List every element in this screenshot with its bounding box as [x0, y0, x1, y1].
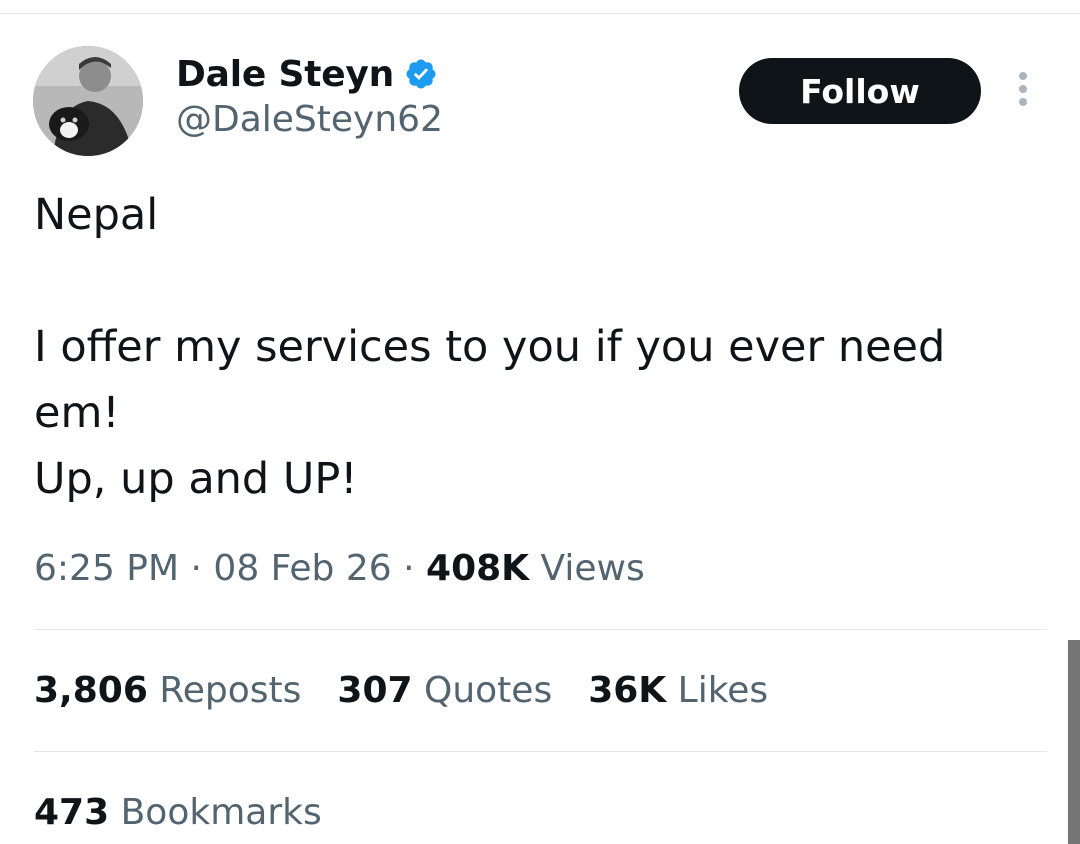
reposts-stat[interactable]: 3,806 Reposts — [34, 670, 301, 711]
tweet-time[interactable]: 6:25 PM — [34, 548, 179, 589]
tweet-date[interactable]: 08 Feb 26 — [213, 548, 391, 589]
views-count: 408K — [426, 548, 530, 589]
avatar[interactable] — [33, 46, 143, 156]
meta-separator: · — [190, 548, 202, 589]
reposts-label: Reposts — [159, 670, 302, 711]
bookmarks-count: 473 — [34, 792, 110, 833]
engagement-stats: 3,806 Reposts 307 Quotes 36K Likes — [34, 670, 768, 711]
divider — [34, 751, 1047, 752]
profile-photo — [33, 46, 143, 156]
likes-count: 36K — [588, 670, 667, 711]
top-divider — [0, 13, 1080, 14]
scrollbar[interactable] — [1068, 640, 1080, 844]
quotes-count: 307 — [337, 670, 413, 711]
bookmarks-stat[interactable]: 473 Bookmarks — [34, 792, 322, 833]
author-display-name[interactable]: Dale Steyn — [176, 54, 394, 95]
verified-badge-icon[interactable] — [404, 57, 438, 91]
likes-label: Likes — [677, 670, 769, 711]
follow-button[interactable]: Follow — [739, 58, 981, 124]
author-name-row[interactable]: Dale Steyn — [176, 48, 438, 100]
author-handle[interactable]: @DaleSteyn62 — [176, 99, 443, 140]
reposts-count: 3,806 — [34, 670, 148, 711]
views-label: Views — [540, 548, 645, 589]
quotes-stat[interactable]: 307 Quotes — [337, 670, 552, 711]
more-vertical-icon[interactable] — [1013, 72, 1033, 112]
tweet-meta: 6:25 PM · 08 Feb 26 · 408K Views — [34, 548, 645, 589]
quotes-label: Quotes — [424, 670, 553, 711]
tweet-text: Nepal I offer my services to you if you … — [34, 190, 946, 504]
bookmarks-label: Bookmarks — [120, 792, 322, 833]
divider — [34, 629, 1047, 630]
likes-stat[interactable]: 36K Likes — [588, 670, 768, 711]
meta-separator: · — [403, 548, 415, 589]
